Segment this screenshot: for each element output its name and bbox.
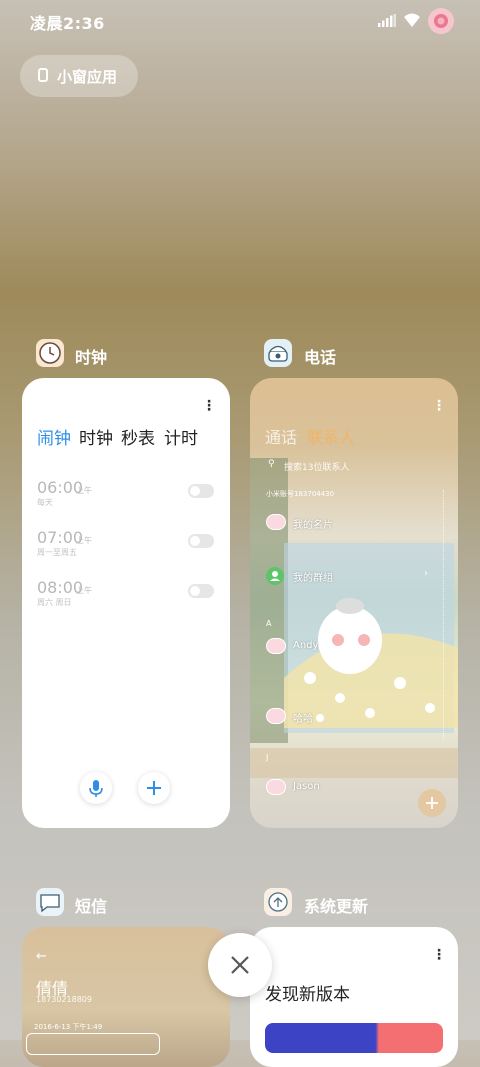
- phone-app-title: 电话: [304, 348, 337, 367]
- toggle-knob: [190, 536, 200, 546]
- alarm-toggle[interactable]: [188, 484, 214, 498]
- alphabet-index[interactable]: [443, 490, 448, 740]
- section-letter: A: [266, 619, 272, 628]
- mini-window-button[interactable]: 小窗应用: [20, 55, 138, 97]
- tab-timer[interactable]: 计时: [164, 424, 198, 449]
- tab-calls[interactable]: 通话: [265, 424, 297, 448]
- back-arrow-icon[interactable]: ←: [36, 949, 47, 964]
- contact-jason[interactable]: Jason: [293, 781, 320, 792]
- signal-icon: [378, 14, 396, 27]
- chevron-right-icon: ›: [424, 568, 428, 579]
- add-contact-button[interactable]: [418, 789, 446, 817]
- tab-contacts[interactable]: 联系人: [307, 424, 355, 448]
- contact-avatar: [266, 708, 286, 724]
- alarm-ampm: 上午: [76, 486, 92, 495]
- alarm-item[interactable]: 06:00 上午 每天: [37, 478, 217, 512]
- update-app-title: 系统更新: [304, 897, 369, 916]
- sms-app-icon[interactable]: [36, 888, 64, 916]
- contact-avatar: [266, 638, 286, 654]
- update-app-icon[interactable]: [264, 888, 292, 916]
- alarm-toggle[interactable]: [188, 534, 214, 548]
- status-bar: 凌晨2:36: [0, 0, 480, 44]
- clock-app-icon[interactable]: [36, 339, 64, 367]
- update-banner: [265, 1023, 443, 1053]
- phone-app-icon[interactable]: [264, 339, 292, 367]
- clock-app-title: 时钟: [75, 348, 108, 367]
- wifi-icon: [404, 13, 420, 27]
- contact-my-card[interactable]: 我的名片: [293, 516, 333, 531]
- update-heading: 发现新版本: [265, 985, 350, 1005]
- alarm-toggle[interactable]: [188, 584, 214, 598]
- more-menu-icon[interactable]: ⋮: [432, 947, 446, 963]
- conversation-number: 18730218809: [36, 995, 92, 1004]
- message-timestamp: 2016-6-13 下午1:49: [34, 1023, 103, 1031]
- alarm-item[interactable]: 08:00 上午 周六 周日: [37, 578, 217, 612]
- voice-button[interactable]: [80, 772, 112, 804]
- account-label: 小米账号183704430: [266, 490, 335, 498]
- search-icon: ⚲: [268, 459, 275, 469]
- mini-window-label: 小窗应用: [57, 68, 118, 86]
- close-icon: [231, 956, 249, 974]
- tab-alarm[interactable]: 闹钟: [37, 424, 71, 449]
- tab-clock[interactable]: 时钟: [79, 424, 113, 449]
- section-letter: J: [266, 753, 269, 762]
- update-app-card[interactable]: ⋮ 发现新版本: [250, 927, 458, 1067]
- status-time: 凌晨2:36: [30, 14, 105, 33]
- clock-app-card[interactable]: ⋮ 闹钟 时钟 秒表 计时 06:00 上午 每天 07:00 上午 周一至周五…: [22, 378, 230, 828]
- contact-search-input[interactable]: ⚲ 搜索13位联系人: [266, 458, 442, 474]
- close-all-button[interactable]: [208, 933, 272, 997]
- alarm-ampm: 上午: [76, 536, 92, 545]
- mini-window-icon: [38, 68, 48, 82]
- phone-app-card[interactable]: ⋮ 通话 联系人 ⚲ 搜索13位联系人 小米账号183704430 我的名片 我…: [250, 378, 458, 828]
- add-alarm-button[interactable]: [138, 772, 170, 804]
- contact-andy[interactable]: Andy: [293, 640, 318, 651]
- microphone-icon: [89, 780, 103, 797]
- sms-app-card[interactable]: ← 倩倩 18730218809 2016-6-13 下午1:49: [22, 927, 230, 1067]
- alarm-repeat: 周六 周日: [37, 598, 72, 607]
- alarm-repeat: 每天: [37, 498, 53, 507]
- contact-avatar: [266, 514, 286, 530]
- contact-my-groups[interactable]: 我的群组: [293, 569, 333, 584]
- sms-app-title: 短信: [75, 897, 108, 916]
- group-icon: [266, 567, 284, 585]
- toggle-knob: [190, 586, 200, 596]
- more-menu-icon[interactable]: ⋮: [432, 398, 446, 414]
- alarm-ampm: 上午: [76, 586, 92, 595]
- tab-stopwatch[interactable]: 秒表: [121, 424, 155, 449]
- contact-avatar: [266, 779, 286, 795]
- plus-icon: [147, 781, 161, 795]
- alarm-repeat: 周一至周五: [37, 548, 77, 557]
- search-placeholder: 搜索13位联系人: [284, 463, 350, 473]
- message-bubble: [26, 1033, 160, 1055]
- more-menu-icon[interactable]: ⋮: [202, 398, 216, 414]
- alarm-item[interactable]: 07:00 上午 周一至周五: [37, 528, 217, 562]
- plus-icon: [426, 797, 438, 809]
- toggle-knob: [190, 486, 200, 496]
- contact-haha[interactable]: 哈哈: [293, 710, 313, 725]
- avatar-icon[interactable]: [428, 8, 454, 34]
